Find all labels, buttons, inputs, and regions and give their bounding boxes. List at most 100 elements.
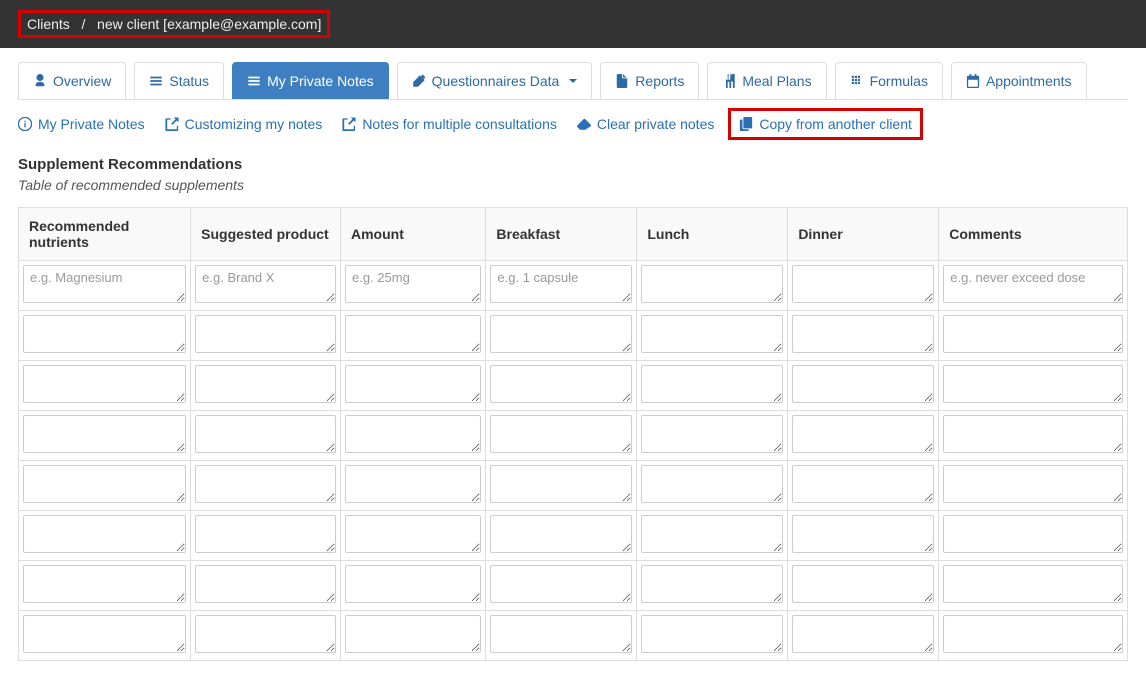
input-dinner[interactable] xyxy=(792,315,934,353)
breadcrumb: Clients / new client [example@example.co… xyxy=(18,10,330,38)
input-amount[interactable] xyxy=(345,415,481,453)
input-nutrients[interactable] xyxy=(23,265,186,303)
table-row xyxy=(18,461,1128,511)
input-breakfast[interactable] xyxy=(490,315,632,353)
input-nutrients[interactable] xyxy=(23,615,186,653)
tab-overview[interactable]: Overview xyxy=(18,62,126,99)
cell-comments xyxy=(939,361,1128,411)
tab-reports[interactable]: Reports xyxy=(600,62,699,99)
chevron-down-icon xyxy=(569,79,577,83)
input-comments[interactable] xyxy=(943,515,1123,553)
input-breakfast[interactable] xyxy=(490,365,632,403)
input-nutrients[interactable] xyxy=(23,465,186,503)
input-product[interactable] xyxy=(195,465,336,503)
link-multiple-consultations[interactable]: Notes for multiple consultations xyxy=(342,116,557,132)
tab-appointments[interactable]: Appointments xyxy=(951,62,1087,99)
cell-comments xyxy=(939,311,1128,361)
input-product[interactable] xyxy=(195,365,336,403)
input-product[interactable] xyxy=(195,565,336,603)
input-comments[interactable] xyxy=(943,465,1123,503)
input-product[interactable] xyxy=(195,315,336,353)
input-lunch[interactable] xyxy=(641,515,783,553)
table-row xyxy=(18,611,1128,661)
input-amount[interactable] xyxy=(345,265,481,303)
cutlery-icon xyxy=(722,74,736,88)
input-breakfast[interactable] xyxy=(490,415,632,453)
tab-questionnaires[interactable]: Questionnaires Data xyxy=(397,62,593,99)
input-comments[interactable] xyxy=(943,315,1123,353)
input-comments[interactable] xyxy=(943,365,1123,403)
input-product[interactable] xyxy=(195,265,336,303)
input-lunch[interactable] xyxy=(641,365,783,403)
cell-lunch xyxy=(637,311,788,361)
input-amount[interactable] xyxy=(345,515,481,553)
input-comments[interactable] xyxy=(943,265,1123,303)
cell-amount xyxy=(341,561,486,611)
input-product[interactable] xyxy=(195,615,336,653)
input-breakfast[interactable] xyxy=(490,615,632,653)
col-lunch: Lunch xyxy=(637,207,788,261)
input-breakfast[interactable] xyxy=(490,515,632,553)
cell-dinner xyxy=(788,311,939,361)
list-icon xyxy=(149,74,163,88)
cell-product xyxy=(191,561,341,611)
cell-lunch xyxy=(637,561,788,611)
tab-meal-plans[interactable]: Meal Plans xyxy=(707,62,826,99)
input-comments[interactable] xyxy=(943,415,1123,453)
input-amount[interactable] xyxy=(345,365,481,403)
input-lunch[interactable] xyxy=(641,465,783,503)
cell-product xyxy=(191,611,341,661)
link-my-private-notes-info[interactable]: My Private Notes xyxy=(18,116,145,132)
cell-breakfast xyxy=(486,361,637,411)
input-lunch[interactable] xyxy=(641,615,783,653)
cell-nutrients xyxy=(18,461,191,511)
input-product[interactable] xyxy=(195,515,336,553)
section-title: Supplement Recommendations xyxy=(18,156,1128,173)
input-breakfast[interactable] xyxy=(490,265,632,303)
input-dinner[interactable] xyxy=(792,415,934,453)
input-lunch[interactable] xyxy=(641,315,783,353)
input-dinner[interactable] xyxy=(792,465,934,503)
cell-nutrients xyxy=(18,411,191,461)
cell-breakfast xyxy=(486,611,637,661)
input-breakfast[interactable] xyxy=(490,565,632,603)
input-dinner[interactable] xyxy=(792,515,934,553)
input-nutrients[interactable] xyxy=(23,365,186,403)
tab-status[interactable]: Status xyxy=(134,62,224,99)
cell-breakfast xyxy=(486,261,637,311)
link-customizing-notes[interactable]: Customizing my notes xyxy=(165,116,323,132)
input-comments[interactable] xyxy=(943,615,1123,653)
col-nutrients: Recommended nutrients xyxy=(18,207,191,261)
input-amount[interactable] xyxy=(345,565,481,603)
input-dinner[interactable] xyxy=(792,265,934,303)
input-amount[interactable] xyxy=(345,465,481,503)
tab-formulas[interactable]: Formulas xyxy=(835,62,943,99)
input-lunch[interactable] xyxy=(641,415,783,453)
breadcrumb-root[interactable]: Clients xyxy=(27,16,70,32)
input-lunch[interactable] xyxy=(641,565,783,603)
link-copy-from-client[interactable]: Copy from another client xyxy=(728,108,923,140)
input-amount[interactable] xyxy=(345,315,481,353)
grid-icon xyxy=(850,74,864,88)
cell-amount xyxy=(341,511,486,561)
input-nutrients[interactable] xyxy=(23,515,186,553)
cell-amount xyxy=(341,361,486,411)
tab-label: Status xyxy=(169,73,209,89)
input-dinner[interactable] xyxy=(792,365,934,403)
link-clear-notes[interactable]: Clear private notes xyxy=(577,116,715,132)
input-nutrients[interactable] xyxy=(23,315,186,353)
input-dinner[interactable] xyxy=(792,565,934,603)
tab-my-private-notes[interactable]: My Private Notes xyxy=(232,62,389,99)
input-nutrients[interactable] xyxy=(23,565,186,603)
cell-lunch xyxy=(637,261,788,311)
input-dinner[interactable] xyxy=(792,615,934,653)
input-comments[interactable] xyxy=(943,565,1123,603)
input-product[interactable] xyxy=(195,415,336,453)
tab-label: Formulas xyxy=(870,73,928,89)
input-breakfast[interactable] xyxy=(490,465,632,503)
table-row xyxy=(18,411,1128,461)
input-nutrients[interactable] xyxy=(23,415,186,453)
input-amount[interactable] xyxy=(345,615,481,653)
input-lunch[interactable] xyxy=(641,265,783,303)
cell-nutrients xyxy=(18,561,191,611)
